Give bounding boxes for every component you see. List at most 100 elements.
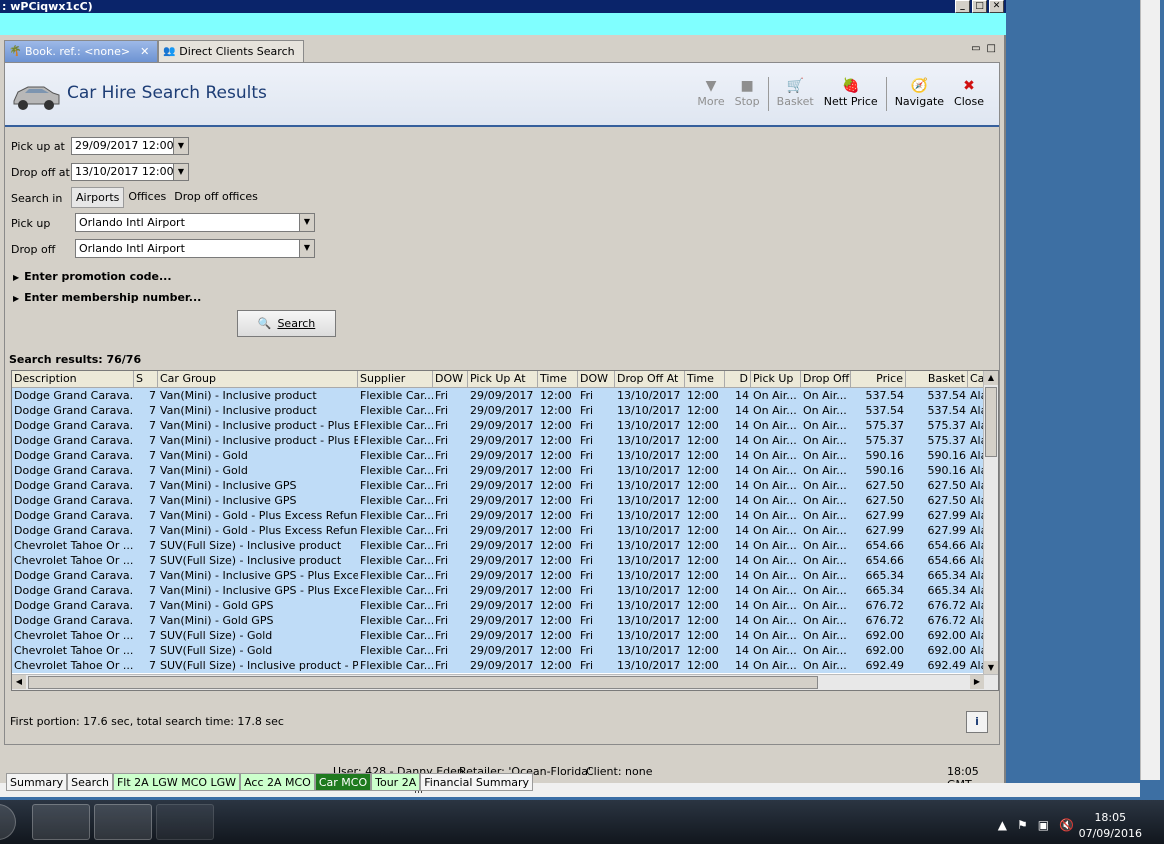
tab-flight[interactable]: Flt 2A LGW MCO LGW bbox=[112, 773, 241, 791]
navigate-button[interactable]: 🧭 Navigate bbox=[890, 77, 949, 108]
promotion-code-expander[interactable]: ▶ Enter promotion code... bbox=[13, 270, 172, 283]
nett-price-button[interactable]: 🍓 Nett Price bbox=[819, 77, 883, 108]
column-header[interactable]: Drop Off bbox=[801, 371, 851, 388]
outer-vertical-scrollbar[interactable] bbox=[1140, 0, 1160, 780]
maximize-button[interactable]: □ bbox=[972, 0, 987, 13]
table-cell: Flexible Car... bbox=[360, 569, 433, 582]
table-row[interactable]: Dodge Grand Carava... 7 Van(Mini) - Gold -… bbox=[12, 523, 998, 538]
chevron-down-icon[interactable]: ▼ bbox=[173, 138, 188, 154]
column-header[interactable]: Description bbox=[12, 371, 134, 388]
table-row[interactable]: Chevrolet Tahoe Or ... 7 SUV(Full Size) - … bbox=[12, 658, 998, 673]
search-in-airports[interactable]: Airports bbox=[71, 187, 125, 208]
column-header[interactable]: D bbox=[725, 371, 751, 388]
taskbar-clock[interactable]: 18:05 07/09/2016 bbox=[1079, 810, 1142, 842]
basket-button[interactable]: 🛒 Basket bbox=[772, 77, 819, 108]
clock-date: 07/09/2016 bbox=[1078, 827, 1142, 840]
taskbar-app-generic[interactable] bbox=[156, 804, 214, 840]
pickup-at-field[interactable]: 29/09/2017 12:00 ▼ bbox=[71, 137, 189, 155]
scroll-left-icon[interactable]: ◀ bbox=[12, 675, 26, 689]
column-header[interactable]: Basket bbox=[906, 371, 968, 388]
column-header[interactable]: Time bbox=[538, 371, 578, 388]
chevron-down-icon[interactable]: ▼ bbox=[299, 214, 314, 231]
horizontal-scrollbar[interactable]: ◀ ▶ bbox=[12, 674, 998, 690]
stop-button[interactable]: ■ Stop bbox=[730, 77, 765, 108]
minimize-view-icon[interactable]: ▭ bbox=[971, 43, 980, 54]
tab-accommodation[interactable]: Acc 2A MCO bbox=[240, 773, 315, 791]
table-row[interactable]: Dodge Grand Carava... 7 Van(Mini) - Gold G… bbox=[12, 598, 998, 613]
table-row[interactable]: Dodge Grand Carava... 7 Van(Mini) - Inclus… bbox=[12, 433, 998, 448]
page-title: Car Hire Search Results bbox=[67, 83, 267, 103]
column-header[interactable]: Supplier bbox=[358, 371, 433, 388]
search-in-dropoff-offices[interactable]: Drop off offices bbox=[170, 187, 262, 208]
table-cell: Fri bbox=[435, 554, 449, 567]
tab-car[interactable]: Car MCO bbox=[314, 773, 372, 791]
column-header[interactable]: DOW bbox=[433, 371, 468, 388]
maximize-view-icon[interactable]: □ bbox=[987, 43, 996, 54]
column-header[interactable]: Price bbox=[851, 371, 906, 388]
column-header[interactable]: DOW bbox=[578, 371, 615, 388]
table-row[interactable]: Chevrolet Tahoe Or ... 7 SUV(Full Size) - … bbox=[12, 643, 998, 658]
table-cell: Van(Mini) - Inclusive GPS bbox=[160, 494, 297, 507]
flag-icon[interactable]: ⚑ bbox=[1017, 818, 1028, 832]
taskbar-app-landscape[interactable] bbox=[94, 804, 152, 840]
vertical-scroll-thumb[interactable] bbox=[985, 387, 997, 457]
table-row[interactable]: Dodge Grand Carava... 7 Van(Mini) - Inclus… bbox=[12, 493, 998, 508]
table-row[interactable]: Dodge Grand Carava... 7 Van(Mini) - Inclus… bbox=[12, 418, 998, 433]
column-header[interactable]: Pick Up bbox=[751, 371, 801, 388]
table-cell: 13/10/2017 bbox=[617, 464, 681, 477]
table-cell: 7 bbox=[149, 464, 156, 477]
tab-summary[interactable]: Summary bbox=[6, 773, 68, 791]
vertical-scrollbar[interactable]: ▲ ▼ bbox=[983, 371, 998, 675]
table-row[interactable]: Chevrolet Tahoe Or ... 7 SUV(Full Size) - … bbox=[12, 553, 998, 568]
table-row[interactable]: Dodge Grand Carava... 7 Van(Mini) - Inclus… bbox=[12, 403, 998, 418]
tab-direct-clients-search[interactable]: 👥 Direct Clients Search bbox=[158, 40, 304, 62]
table-row[interactable]: Dodge Grand Carava... 7 Van(Mini) - Gold G… bbox=[12, 613, 998, 628]
column-header[interactable]: Time bbox=[685, 371, 725, 388]
table-row[interactable]: Dodge Grand Carava... 7 Van(Mini) - Inclus… bbox=[12, 388, 998, 403]
taskbar-app-remote-desktop[interactable] bbox=[32, 804, 90, 840]
tab-financial-summary[interactable]: Financial Summary bbox=[420, 773, 534, 791]
column-header[interactable]: S bbox=[134, 371, 158, 388]
table-row[interactable]: Chevrolet Tahoe Or ... 7 SUV(Full Size) - … bbox=[12, 628, 998, 643]
table-cell: 692.49 bbox=[865, 659, 905, 672]
close-tab-icon[interactable]: ✕ bbox=[140, 45, 149, 58]
more-button[interactable]: ▼ More bbox=[692, 77, 729, 108]
dropoff-location-select[interactable]: Orlando Intl Airport ▼ bbox=[75, 239, 315, 258]
tab-tour[interactable]: Tour 2A bbox=[371, 773, 421, 791]
table-row[interactable]: Dodge Grand Carava... 7 Van(Mini) - Inclus… bbox=[12, 478, 998, 493]
dropoff-at-field[interactable]: 13/10/2017 12:00 ▼ bbox=[71, 163, 189, 181]
pickup-location-select[interactable]: Orlando Intl Airport ▼ bbox=[75, 213, 315, 232]
table-cell: 7 bbox=[149, 389, 156, 402]
table-row[interactable]: Dodge Grand Carava... 7 Van(Mini) - Inclus… bbox=[12, 583, 998, 598]
column-header[interactable]: Car Group bbox=[158, 371, 358, 388]
close-window-button[interactable]: ✕ bbox=[989, 0, 1004, 13]
table-row[interactable]: Dodge Grand Carava... 7 Van(Mini) - Gold Fl… bbox=[12, 448, 998, 463]
table-row[interactable]: Dodge Grand Carava... 7 Van(Mini) - Inclus… bbox=[12, 568, 998, 583]
search-button[interactable]: 🔍 Search bbox=[237, 310, 336, 337]
tab-booking[interactable]: 🌴 Book. ref.: <none> ✕ bbox=[4, 40, 159, 62]
scroll-up-icon[interactable]: ▲ bbox=[984, 371, 998, 385]
column-header[interactable]: Ca bbox=[968, 371, 984, 388]
start-button[interactable] bbox=[0, 804, 16, 840]
scroll-down-icon[interactable]: ▼ bbox=[984, 661, 998, 675]
navigate-icon: 🧭 bbox=[910, 78, 929, 94]
network-icon[interactable]: ▣ bbox=[1038, 818, 1049, 832]
table-row[interactable]: Chevrolet Tahoe Or ... 7 SUV(Full Size) - … bbox=[12, 538, 998, 553]
table-cell: 13/10/2017 bbox=[617, 404, 681, 417]
column-header[interactable]: Drop Off At bbox=[615, 371, 685, 388]
chevron-down-icon[interactable]: ▼ bbox=[173, 164, 188, 180]
membership-number-expander[interactable]: ▶ Enter membership number... bbox=[13, 291, 201, 304]
chevron-down-icon[interactable]: ▼ bbox=[299, 240, 314, 257]
search-in-offices[interactable]: Offices bbox=[124, 187, 170, 208]
table-row[interactable]: Dodge Grand Carava... 7 Van(Mini) - Gold -… bbox=[12, 508, 998, 523]
column-header[interactable]: Pick Up At bbox=[468, 371, 538, 388]
scroll-right-icon[interactable]: ▶ bbox=[970, 675, 984, 689]
table-row[interactable]: Dodge Grand Carava... 7 Van(Mini) - Gold Fl… bbox=[12, 463, 998, 478]
volume-muted-icon[interactable]: 🔇 bbox=[1059, 818, 1074, 832]
tab-search[interactable]: Search bbox=[67, 773, 113, 791]
minimize-button[interactable]: _ bbox=[955, 0, 970, 13]
chevron-up-icon[interactable]: ▲ bbox=[998, 818, 1007, 832]
close-button[interactable]: ✖ Close bbox=[949, 77, 989, 108]
horizontal-scroll-thumb[interactable] bbox=[28, 676, 818, 689]
info-icon[interactable]: i bbox=[966, 711, 988, 733]
